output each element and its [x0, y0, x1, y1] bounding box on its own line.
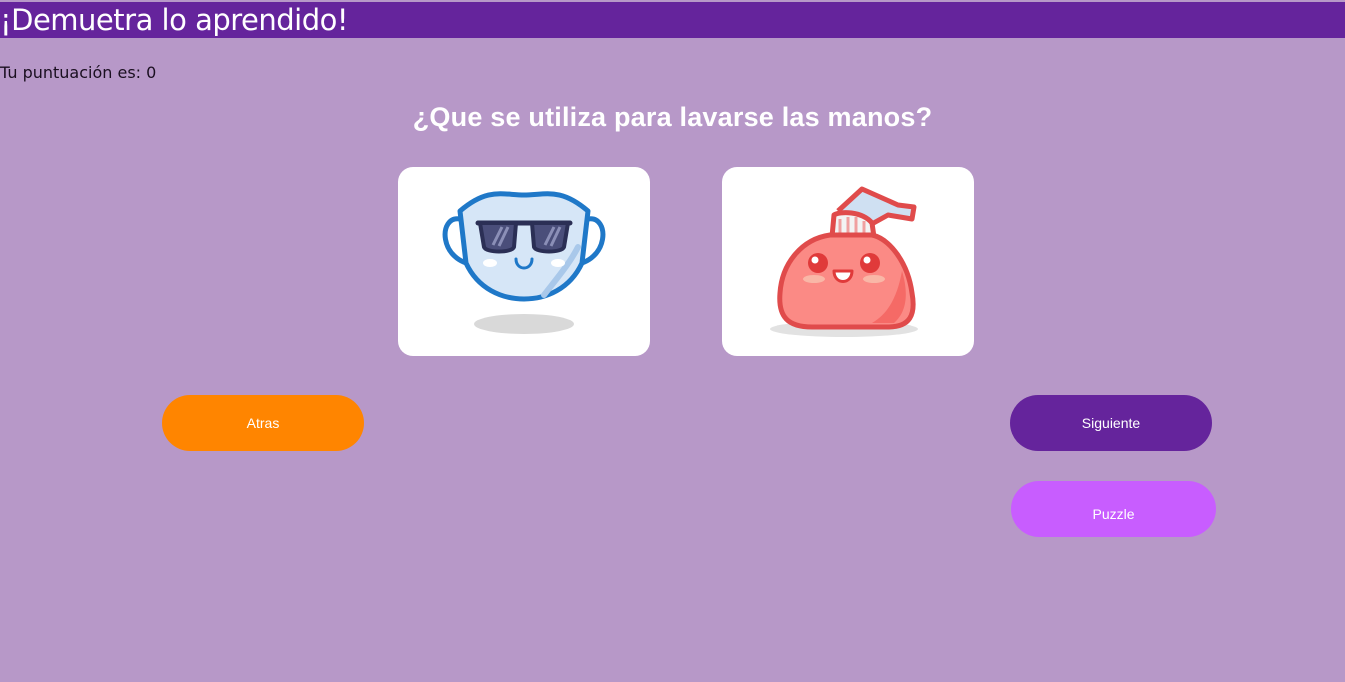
answer-option-mask[interactable]: [398, 167, 650, 356]
soap-dispenser-icon: [770, 186, 918, 337]
puzzle-button[interactable]: Puzzle: [1011, 481, 1216, 537]
next-button[interactable]: Siguiente: [1010, 395, 1212, 451]
face-mask-with-sunglasses-icon: [442, 191, 606, 334]
back-button[interactable]: Atras: [162, 395, 364, 451]
answer-option-soap[interactable]: [722, 167, 974, 356]
page-title: ¡Demuetra lo aprendido!: [0, 3, 349, 37]
score-text: Tu puntuación es: 0: [0, 63, 157, 82]
quiz-question: ¿Que se utiliza para lavarse las manos?: [412, 102, 933, 132]
top-bar: ¡Demuetra lo aprendido!: [0, 2, 1345, 38]
